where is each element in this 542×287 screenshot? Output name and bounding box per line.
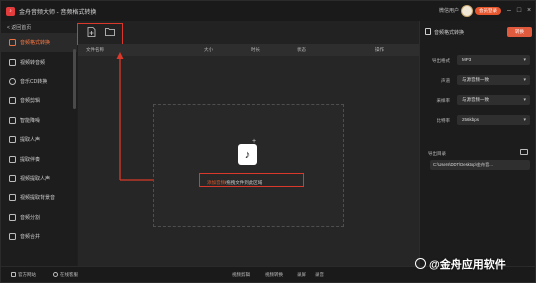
video-edit-link[interactable]: 视频剪辑 [232, 272, 250, 278]
sidebar-item-video-extract-bg[interactable]: 视频提取背景音 [1, 188, 77, 207]
sample-rate-label: 采样率 [436, 98, 451, 103]
settings-panel: 音频格式转换 转换 导出格式 MP3 ▾ 声道 与源音频一致 ▾ 采样率 与源音频一… [419, 21, 535, 266]
drop-hint-text: /拖拽文件到此区域 [225, 180, 263, 185]
sidebar-item-extract-accompaniment[interactable]: 提取伴奏 [1, 149, 77, 168]
sidebar-item-label: 音频分割 [20, 214, 41, 221]
video-music-icon [9, 194, 16, 202]
bitrate-label: 比特率 [436, 118, 451, 123]
user-name[interactable]: 微信用户 [439, 7, 459, 14]
sidebar: < 返回首页 音频格式转换 视频转音频 音乐CD转换 音频剪辑 智能降噪 提取人… [1, 21, 77, 266]
app-logo-icon: ♪ [6, 6, 15, 16]
settings-header: 音频格式转换 转换 [420, 21, 535, 43]
sidebar-item-label: 音乐CD转换 [20, 78, 48, 85]
sidebar-item-label: 音频剪辑 [20, 98, 41, 105]
sidebar-item-video-extract-vocals[interactable]: 视频提取人声 [1, 169, 77, 188]
back-home-link[interactable]: < 返回首页 [1, 21, 77, 33]
headset-icon [53, 272, 58, 277]
settings-title: 音频格式转换 [434, 30, 465, 36]
sidebar-scrollbar[interactable] [73, 49, 76, 109]
sidebar-item-label: 视频提取人声 [20, 175, 51, 182]
sidebar-item-label: 视频转音频 [20, 59, 46, 66]
format-select[interactable]: MP3 ▾ [457, 55, 530, 65]
merge-icon [9, 233, 16, 241]
online-support-link[interactable]: 在线客服 [53, 272, 78, 278]
video-convert-link[interactable]: 视频转换 [265, 272, 283, 278]
convert-icon [9, 39, 16, 47]
sidebar-item-label: 提取人声 [20, 137, 41, 144]
app-window: ♪ 金舟音频大师 - 音频格式转换 微信用户 会员登录 – □ × < 返回首页… [0, 0, 536, 283]
video-icon [9, 58, 16, 66]
sidebar-item-label: 智能降噪 [20, 117, 41, 124]
channel-label: 声道 [441, 78, 450, 83]
plus-icon: + [252, 138, 257, 145]
watermark: @金舟应用软件 [415, 256, 506, 272]
monitor-icon [11, 272, 16, 277]
drop-zone[interactable] [153, 104, 344, 227]
sidebar-item-audio-edit[interactable]: 音频剪辑 [1, 91, 77, 110]
convert-icon [425, 28, 431, 35]
waveform-icon [9, 116, 16, 124]
watermark-logo-icon [415, 258, 426, 269]
cd-icon [9, 77, 16, 85]
sidebar-item-label: 视频提取背景音 [20, 195, 56, 202]
format-label: 导出格式 [432, 58, 450, 63]
folder-icon[interactable] [520, 149, 528, 155]
chevron-down-icon: ▾ [523, 77, 526, 83]
official-site-link[interactable]: 官方网站 [11, 272, 36, 278]
convert-button[interactable]: 转换 [507, 27, 532, 37]
audio-record-link[interactable]: 录音 [315, 272, 324, 278]
microphone-icon [9, 136, 16, 144]
sidebar-item-audio-convert[interactable]: 音频格式转换 [1, 33, 77, 53]
maximize-icon[interactable]: □ [515, 6, 523, 15]
bitrate-select[interactable]: 256kbps ▾ [457, 115, 530, 125]
output-path-field[interactable]: C:\Users\DDT\Desktop\金舟音... [430, 160, 530, 170]
chevron-down-icon: ▾ [523, 97, 526, 103]
avatar[interactable] [461, 5, 473, 17]
output-dir-label: 导出目录 [428, 151, 446, 156]
channel-select[interactable]: 与源音频一致 ▾ [457, 75, 530, 85]
title-bar: ♪ 金舟音频大师 - 音频格式转换 微信用户 会员登录 – □ × [1, 1, 535, 21]
sidebar-item-label: 音频格式转换 [20, 40, 51, 47]
chevron-down-icon: ▾ [523, 117, 526, 123]
sidebar-item-label: 提取伴奏 [20, 156, 41, 163]
main-area: 文件名称 大小 时长 状态 操作 ♪ + 添加音频/拖拽文件到此区域 [77, 21, 419, 266]
sidebar-item-label: 音频合并 [20, 234, 41, 241]
sample-rate-select[interactable]: 与源音频一致 ▾ [457, 95, 530, 105]
close-icon[interactable]: × [525, 6, 533, 15]
sidebar-item-extract-vocals[interactable]: 提取人声 [1, 130, 77, 149]
vip-login-button[interactable]: 会员登录 [475, 7, 501, 15]
scissors-icon [9, 97, 16, 105]
sidebar-item-denoise[interactable]: 智能降噪 [1, 111, 77, 130]
drop-hint[interactable]: 添加音频/拖拽文件到此区域 [207, 180, 262, 186]
sidebar-item-video-to-audio[interactable]: 视频转音频 [1, 52, 77, 71]
screen-record-link[interactable]: 录屏 [297, 272, 306, 278]
sidebar-item-audio-split[interactable]: 音频分割 [1, 208, 77, 227]
minimize-icon[interactable]: – [505, 6, 513, 15]
window-title: 金舟音频大师 - 音频格式转换 [19, 9, 97, 16]
sidebar-item-cd-convert[interactable]: 音乐CD转换 [1, 72, 77, 91]
video-voice-icon [9, 174, 16, 182]
add-audio-link[interactable]: 添加音频 [207, 180, 225, 185]
chevron-down-icon: ▾ [523, 57, 526, 63]
music-note-icon [9, 155, 16, 163]
sidebar-item-audio-merge[interactable]: 音频合并 [1, 227, 77, 246]
split-icon [9, 213, 16, 221]
music-file-icon[interactable]: ♪ [238, 144, 257, 165]
